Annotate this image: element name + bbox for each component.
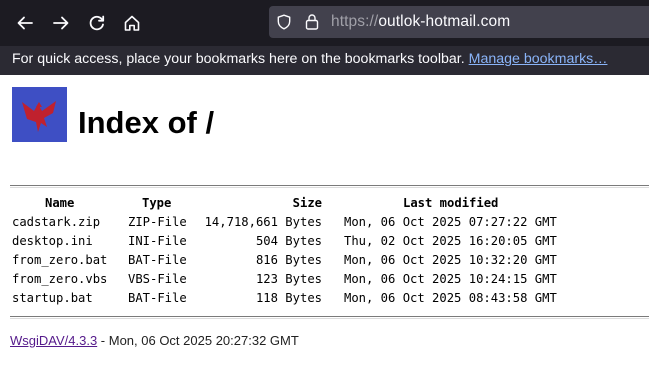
manage-bookmarks-link[interactable]: Manage bookmarks… <box>469 51 608 67</box>
table-row: desktop.ini INI-File 504 Bytes Thu, 02 O… <box>12 234 632 253</box>
reload-icon <box>89 15 105 31</box>
column-header-type[interactable]: Type <box>142 196 171 210</box>
server-version-link[interactable]: WsgiDAV/4.3.3 <box>10 333 97 348</box>
file-size: 816 Bytes <box>255 253 322 267</box>
table-row: cadstark.zip ZIP-File 14,718,661 Bytes M… <box>12 215 632 234</box>
page-footer: WsgiDAV/4.3.3 - Mon, 06 Oct 2025 20:27:3… <box>10 333 299 348</box>
url-host: outlok-hotmail.com <box>378 13 511 30</box>
file-type: BAT-File <box>128 291 187 305</box>
table-row: from_zero.bat BAT-File 816 Bytes Mon, 06… <box>12 253 632 272</box>
back-button[interactable] <box>9 7 41 39</box>
listing-header-row: Name Type Size Last modified <box>12 196 632 215</box>
file-modified: Mon, 06 Oct 2025 10:24:15 GMT <box>344 272 557 286</box>
file-size: 123 Bytes <box>255 272 322 286</box>
file-modified: Mon, 06 Oct 2025 10:32:20 GMT <box>344 253 557 267</box>
file-type: INI-File <box>128 234 187 248</box>
bookmarks-message: For quick access, place your bookmarks h… <box>12 51 465 67</box>
file-name[interactable]: desktop.ini <box>12 234 93 248</box>
file-name[interactable]: from_zero.bat <box>12 253 107 267</box>
forward-arrow-icon <box>53 16 69 30</box>
file-size: 504 Bytes <box>255 234 322 248</box>
file-size: 118 Bytes <box>255 291 322 305</box>
back-arrow-icon <box>17 16 33 30</box>
footer-timestamp: - Mon, 06 Oct 2025 20:27:32 GMT <box>97 333 299 348</box>
bookmarks-message-row: For quick access, place your bookmarks h… <box>12 51 607 67</box>
bookmarks-toolbar: For quick access, place your bookmarks h… <box>0 46 649 75</box>
bird-logo-icon <box>22 101 56 132</box>
forward-button[interactable] <box>45 7 77 39</box>
top-divider <box>10 185 649 188</box>
file-type: BAT-File <box>128 253 187 267</box>
column-header-name[interactable]: Name <box>45 196 74 210</box>
file-name[interactable]: cadstark.zip <box>12 215 100 229</box>
page-title: Index of / <box>78 105 215 140</box>
table-row: startup.bat BAT-File 118 Bytes Mon, 06 O… <box>12 291 632 310</box>
url-bar[interactable]: https://outlok-hotmail.com <box>269 6 649 38</box>
file-size: 14,718,661 Bytes <box>204 215 322 229</box>
url-scheme: https:// <box>331 13 379 30</box>
file-modified: Thu, 02 Oct 2025 16:20:05 GMT <box>344 234 557 248</box>
bottom-divider <box>10 316 649 319</box>
file-type: VBS-File <box>128 272 187 286</box>
file-name[interactable]: startup.bat <box>12 291 93 305</box>
wsgidav-logo <box>12 87 67 142</box>
reload-button[interactable] <box>81 7 113 39</box>
column-header-size[interactable]: Size <box>192 196 322 210</box>
browser-toolbar: https://outlok-hotmail.com <box>0 0 649 46</box>
file-type: ZIP-File <box>128 215 187 229</box>
shield-icon[interactable] <box>276 14 292 30</box>
page-content: Index of / Name Type Size Last modified … <box>0 75 649 358</box>
url-text[interactable]: https://outlok-hotmail.com <box>331 13 510 31</box>
home-button[interactable] <box>116 7 148 39</box>
column-header-last-modified[interactable]: Last modified <box>403 196 498 210</box>
file-name[interactable]: from_zero.vbs <box>12 272 107 286</box>
home-icon <box>124 15 140 31</box>
file-modified: Mon, 06 Oct 2025 08:43:58 GMT <box>344 291 557 305</box>
file-modified: Mon, 06 Oct 2025 07:27:22 GMT <box>344 215 557 229</box>
lock-icon[interactable] <box>304 13 320 31</box>
table-row: from_zero.vbs VBS-File 123 Bytes Mon, 06… <box>12 272 632 291</box>
